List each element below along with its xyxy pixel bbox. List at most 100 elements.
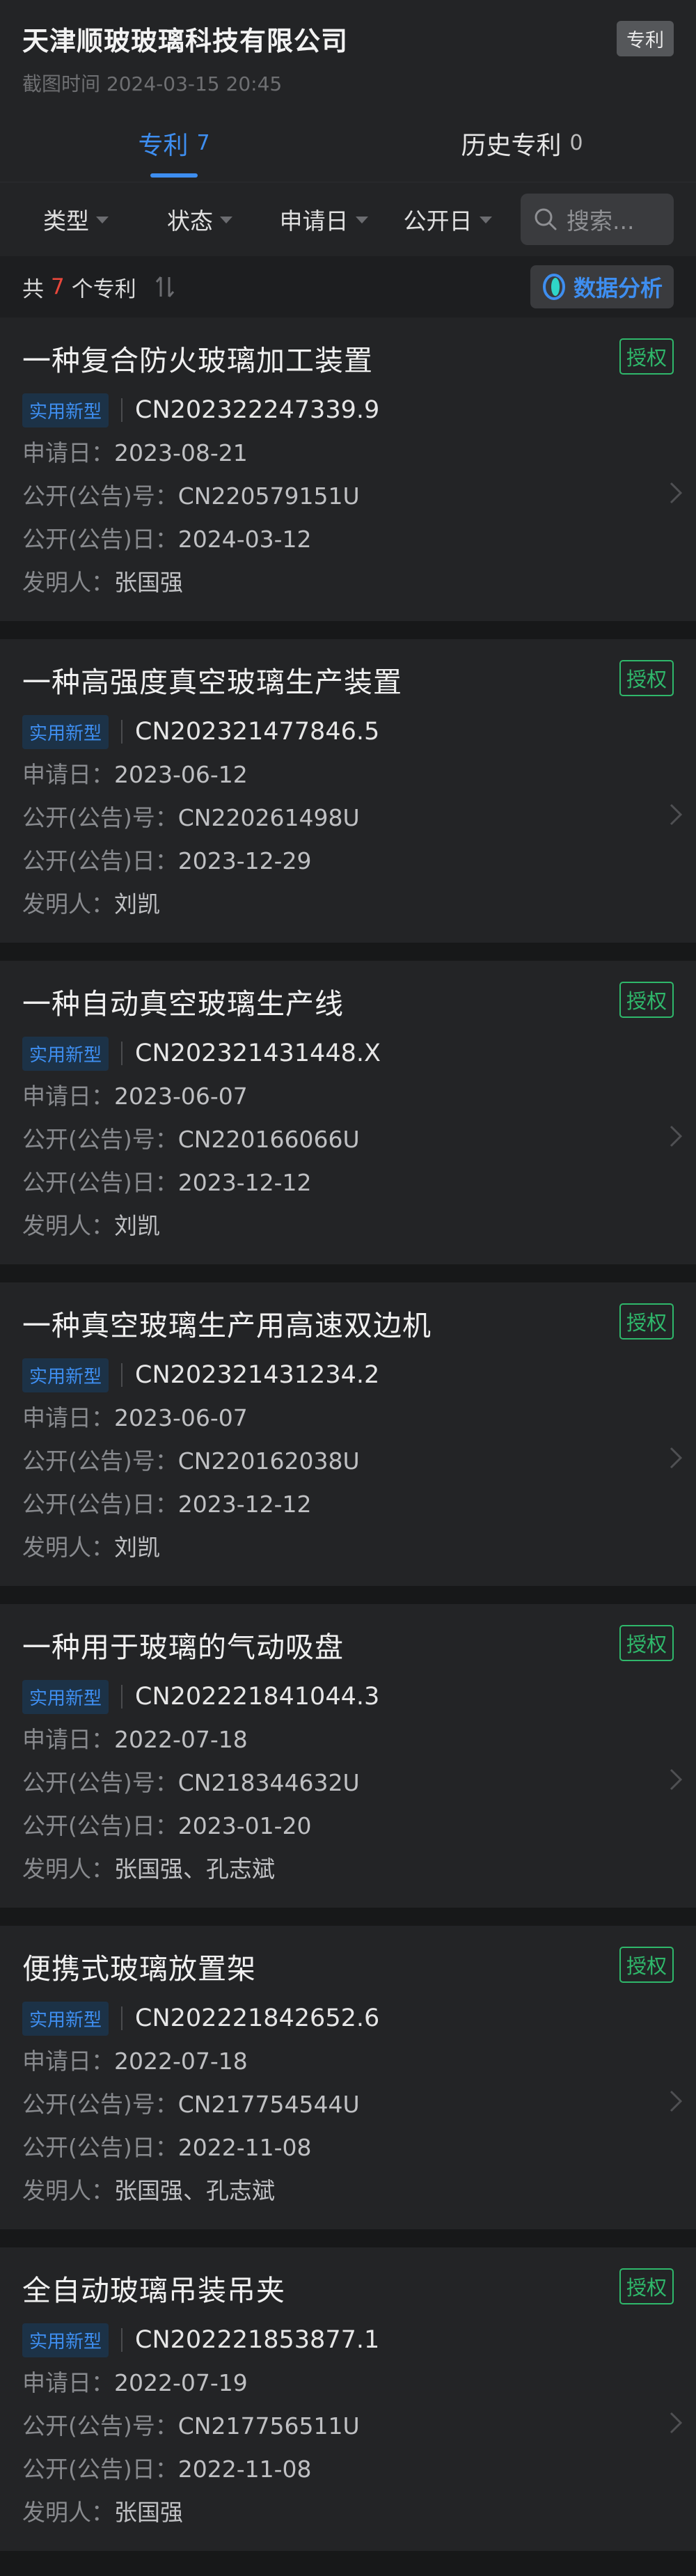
apply-date-value: 2023-06-07: [114, 1404, 248, 1431]
filter-apply-date[interactable]: 申请日: [262, 203, 386, 236]
tab-count: 0: [569, 131, 583, 155]
apply-date-value: 2023-06-07: [114, 1083, 248, 1110]
patent-title: 一种真空玻璃生产用高速双边机: [22, 1309, 432, 1342]
pub-date-value: 2022-11-08: [177, 2456, 312, 2483]
apply-date-row: 申请日：2023-06-07: [22, 1081, 674, 1113]
filter-type[interactable]: 类型: [14, 203, 138, 236]
search-placeholder: 搜索...: [567, 207, 635, 235]
pub-date-label: 公开(公告)日：: [22, 2134, 178, 2161]
tab-label: 专利: [138, 131, 189, 160]
patent-type-tag: 实用新型: [22, 2001, 109, 2036]
tab-history-patents[interactable]: 历史专利 0: [348, 104, 696, 182]
apply-date-value: 2022-07-19: [114, 2369, 248, 2396]
inventor-label: 发明人：: [22, 1534, 114, 1561]
inventor-value: 张国强: [114, 569, 183, 596]
filter-pub-date[interactable]: 公开日: [386, 203, 509, 236]
pub-number-label: 公开(公告)号：: [22, 2091, 178, 2118]
pub-date-row: 公开(公告)日：2022-11-08: [22, 2453, 674, 2485]
inventor-row: 发明人：张国强: [22, 567, 674, 599]
summary-suffix: 个专利: [71, 276, 136, 302]
search-input[interactable]: 搜索...: [521, 194, 674, 245]
filter-status[interactable]: 状态: [138, 203, 262, 236]
patent-title: 便携式玻璃放置架: [22, 1952, 256, 1986]
status-badge: 授权: [619, 338, 674, 375]
apply-date-label: 申请日：: [22, 1726, 114, 1753]
pub-date-label: 公开(公告)日：: [22, 2456, 178, 2483]
apply-date-label: 申请日：: [22, 1083, 114, 1110]
patent-type-tag: 实用新型: [22, 1358, 109, 1392]
application-number: CN202322247339.9: [135, 396, 380, 424]
patent-card[interactable]: 全自动玻璃吊装吊夹 授权 实用新型 CN202221853877.1 申请日：2…: [0, 2247, 696, 2551]
patent-type-tag: 实用新型: [22, 714, 109, 749]
application-number: CN202321431234.2: [135, 1361, 380, 1389]
patent-card[interactable]: 一种用于玻璃的气动吸盘 授权 实用新型 CN202221841044.3 申请日…: [0, 1604, 696, 1908]
data-analysis-button[interactable]: 数据分析: [530, 265, 674, 308]
chevron-right-icon: [670, 803, 683, 826]
divider: [121, 2328, 123, 2352]
status-badge: 授权: [619, 1947, 674, 1983]
patent-card[interactable]: 便携式玻璃放置架 授权 实用新型 CN202221842652.6 申请日：20…: [0, 1926, 696, 2229]
chevron-right-icon: [670, 2090, 683, 2112]
filter-label: 状态: [167, 207, 213, 235]
inventor-row: 发明人：张国强、孔志斌: [22, 1853, 674, 1885]
pub-date-label: 公开(公告)日：: [22, 526, 178, 553]
pub-number-value: CN220261498U: [177, 804, 360, 831]
pub-number-row: 公开(公告)号：CN217754544U: [22, 2089, 674, 2121]
pub-number-value: CN220166066U: [177, 1126, 360, 1153]
pub-number-value: CN218344632U: [177, 1769, 360, 1796]
inventor-label: 发明人：: [22, 1212, 114, 1239]
application-number: CN202321477846.5: [135, 718, 380, 746]
inventor-value: 张国强: [114, 2499, 183, 2526]
pub-number-value: CN220162038U: [177, 1447, 360, 1475]
pub-number-row: 公开(公告)号：CN220162038U: [22, 1445, 674, 1477]
apply-date-label: 申请日：: [22, 761, 114, 788]
chevron-right-icon: [670, 482, 683, 504]
patent-title: 一种自动真空玻璃生产线: [22, 987, 344, 1021]
patent-title: 全自动玻璃吊装吊夹: [22, 2274, 285, 2307]
application-number: CN202221842652.6: [135, 2004, 380, 2032]
caret-down-icon: [220, 217, 232, 223]
tab-bar: 专利 7 历史专利 0: [0, 104, 696, 182]
apply-date-value: 2023-06-12: [114, 761, 248, 788]
status-badge: 授权: [619, 2268, 674, 2304]
pub-number-row: 公开(公告)号：CN217756511U: [22, 2410, 674, 2442]
pub-date-value: 2023-12-29: [177, 847, 312, 874]
inventor-row: 发明人：张国强、孔志斌: [22, 2175, 674, 2207]
apply-date-value: 2022-07-18: [114, 1726, 248, 1753]
chevron-right-icon: [670, 2412, 683, 2434]
apply-date-row: 申请日：2022-07-18: [22, 2045, 674, 2078]
sort-icon[interactable]: [155, 274, 175, 299]
pub-number-label: 公开(公告)号：: [22, 1447, 178, 1475]
patent-title: 一种复合防火玻璃加工装置: [22, 344, 373, 377]
caret-down-icon: [96, 217, 109, 223]
summary-bar: 共 7 个专利 数据分析: [0, 256, 696, 317]
pub-number-label: 公开(公告)号：: [22, 1126, 178, 1153]
pub-number-label: 公开(公告)号：: [22, 482, 178, 510]
tab-count: 7: [196, 131, 210, 155]
pub-date-label: 公开(公告)日：: [22, 1169, 178, 1196]
apply-date-row: 申请日：2023-06-12: [22, 759, 674, 791]
apply-date-row: 申请日：2023-08-21: [22, 437, 674, 469]
search-icon: [535, 208, 557, 230]
company-name: 天津顺玻玻璃科技有限公司: [22, 26, 349, 56]
patent-card[interactable]: 一种复合防火玻璃加工装置 授权 实用新型 CN202322247339.9 申请…: [0, 317, 696, 621]
pub-number-value: CN217756511U: [177, 2412, 360, 2440]
inventor-row: 发明人：刘凯: [22, 1532, 674, 1564]
inventor-row: 发明人：刘凯: [22, 1210, 674, 1242]
section-badge: 专利: [617, 21, 674, 56]
patent-card[interactable]: 一种高强度真空玻璃生产装置 授权 实用新型 CN202321477846.5 申…: [0, 639, 696, 943]
patent-card[interactable]: 一种自动真空玻璃生产线 授权 实用新型 CN202321431448.X 申请日…: [0, 961, 696, 1264]
filter-label: 类型: [43, 207, 89, 235]
patent-card[interactable]: 一种真空玻璃生产用高速双边机 授权 实用新型 CN202321431234.2 …: [0, 1282, 696, 1586]
patent-type-tag: 实用新型: [22, 2323, 109, 2357]
tab-patents[interactable]: 专利 7: [0, 104, 348, 182]
inventor-label: 发明人：: [22, 2177, 114, 2204]
inventor-value: 张国强、孔志斌: [114, 2177, 275, 2204]
inventor-row: 发明人：刘凯: [22, 888, 674, 920]
chevron-right-icon: [670, 1125, 683, 1147]
inventor-value: 张国强、孔志斌: [114, 1855, 275, 1883]
pub-date-row: 公开(公告)日：2023-12-29: [22, 845, 674, 877]
divider: [121, 720, 123, 744]
inventor-value: 刘凯: [114, 1212, 160, 1239]
pub-number-label: 公开(公告)号：: [22, 1769, 178, 1796]
